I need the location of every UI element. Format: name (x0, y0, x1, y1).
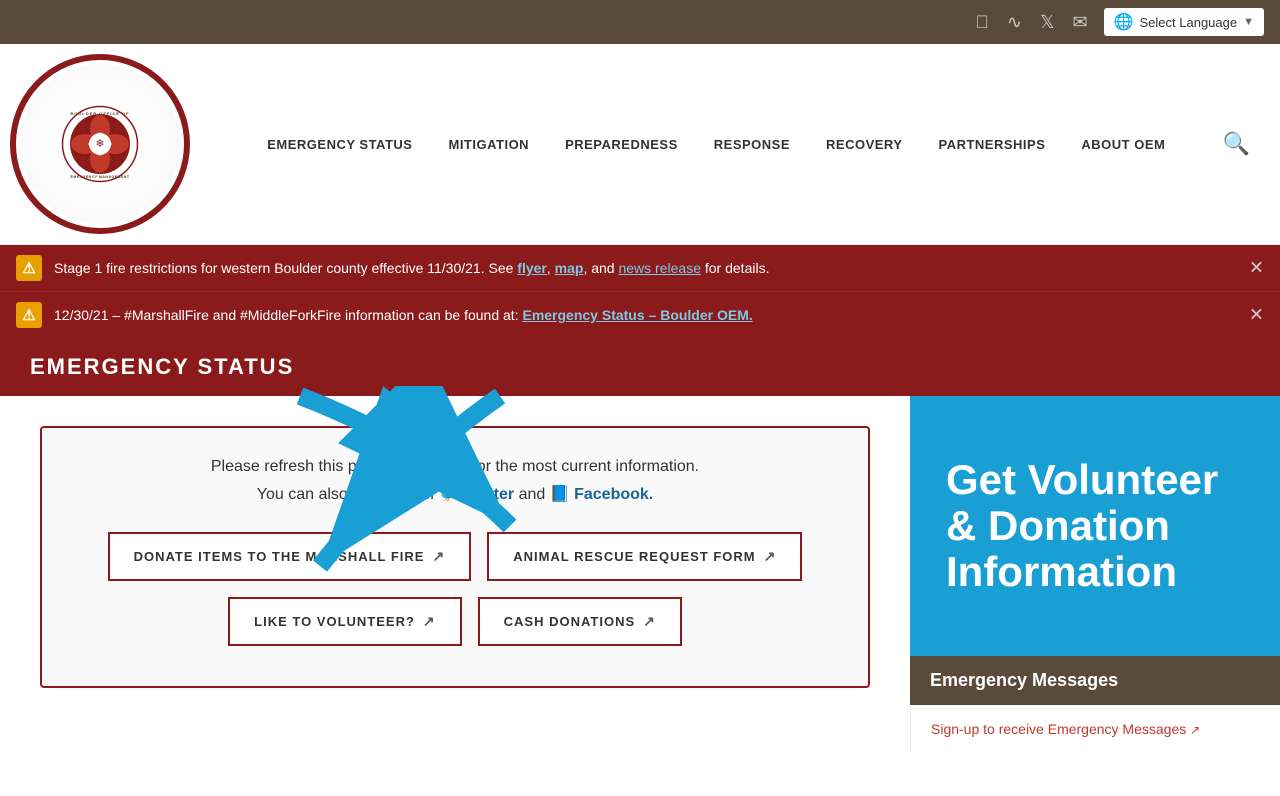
volunteer-line2: & Donation (946, 503, 1244, 549)
donate-items-button[interactable]: DONATE ITEMS TO THE MARSHALL FIRE ↗ (108, 532, 472, 581)
facebook-icon[interactable]:  (975, 12, 989, 33)
logo-wrap[interactable]: ❄ BOULDER OFFICE OF EMERGENCY MANAGEMENT (10, 54, 220, 234)
alert-bar-1: ⚠ Stage 1 fire restrictions for western … (0, 245, 1280, 291)
globe-icon: 🌐 (1114, 12, 1134, 32)
facebook-link[interactable]: Facebook. (574, 486, 653, 503)
alert-text-2: 12/30/21 – #MarshallFire and #MiddleFork… (54, 307, 1230, 323)
twitter-link[interactable]: Twitter (463, 486, 514, 503)
email-icon[interactable]: ✉ (1073, 12, 1088, 33)
left-panel: Please refresh this page periodically fo… (0, 396, 910, 796)
alert-link-map[interactable]: map (555, 260, 584, 276)
logo-emblem: ❄ BOULDER OFFICE OF EMERGENCY MANAGEMENT (60, 104, 140, 184)
twitter-icon[interactable]: 𝕏 (1040, 12, 1055, 33)
rss-icon[interactable]: ∿ (1007, 12, 1022, 33)
external-link-icon-1: ↗ (432, 548, 445, 565)
alert-bar-2: ⚠ 12/30/21 – #MarshallFire and #MiddleFo… (0, 291, 1280, 338)
volunteer-line1: Get Volunteer (946, 457, 1244, 503)
main-content: Please refresh this page periodically fo… (0, 396, 1280, 796)
nav-partnerships[interactable]: PARTNERSHIPS (921, 127, 1064, 162)
animal-rescue-button[interactable]: ANIMAL RESCUE REQUEST FORM ↗ (487, 532, 802, 581)
refresh-text: Please refresh this page periodically fo… (82, 458, 828, 476)
buttons-row-2: LIKE TO VOLUNTEER? ↗ CASH DONATIONS ↗ (82, 597, 828, 646)
nav-about-oem[interactable]: ABOUT OEM (1063, 127, 1183, 162)
alert-text-1: Stage 1 fire restrictions for western Bo… (54, 260, 1230, 276)
main-nav: EMERGENCY STATUS MITIGATION PREPAREDNESS… (220, 127, 1213, 162)
sign-up-anchor[interactable]: Sign-up to receive Emergency Messages ↗ (931, 721, 1200, 737)
logo-circle: ❄ BOULDER OFFICE OF EMERGENCY MANAGEMENT (10, 54, 190, 234)
dropdown-arrow-icon: ▼ (1243, 16, 1254, 28)
header: ❄ BOULDER OFFICE OF EMERGENCY MANAGEMENT… (0, 44, 1280, 245)
buttons-row-1: DONATE ITEMS TO THE MARSHALL FIRE ↗ ANIM… (82, 532, 828, 581)
signup-external-icon: ↗ (1190, 723, 1200, 737)
emergency-messages-box: Emergency Messages (910, 656, 1280, 705)
info-box: Please refresh this page periodically fo… (40, 426, 870, 688)
emergency-status-banner: EMERGENCY STATUS (0, 338, 1280, 396)
external-link-icon-2: ↗ (764, 548, 777, 565)
warning-icon-1: ⚠ (16, 255, 42, 281)
cash-donations-button[interactable]: CASH DONATIONS ↗ (478, 597, 682, 646)
volunteer-button[interactable]: LIKE TO VOLUNTEER? ↗ (228, 597, 462, 646)
facebook-f-icon: 📘 (550, 486, 570, 503)
select-language-button[interactable]: 🌐 Select Language ▼ (1104, 8, 1264, 36)
emergency-status-title: EMERGENCY STATUS (30, 354, 294, 379)
nav-recovery[interactable]: RECOVERY (808, 127, 920, 162)
nav-emergency-status[interactable]: EMERGENCY STATUS (249, 127, 430, 162)
nav-response[interactable]: RESPONSE (696, 127, 808, 162)
twitter-bird-icon: 🐦 (438, 486, 458, 503)
volunteer-info-box[interactable]: Get Volunteer & Donation Information (910, 396, 1280, 656)
alert-link-flyer[interactable]: flyer (517, 260, 547, 276)
nav-preparedness[interactable]: PREPAREDNESS (547, 127, 696, 162)
logo-inner: ❄ BOULDER OFFICE OF EMERGENCY MANAGEMENT (20, 64, 180, 224)
svg-text:BOULDER OFFICE OF: BOULDER OFFICE OF (70, 111, 129, 116)
external-link-icon-4: ↗ (643, 613, 656, 630)
social-icons:  ∿ 𝕏 ✉ (975, 12, 1087, 33)
top-bar:  ∿ 𝕏 ✉ 🌐 Select Language ▼ (0, 0, 1280, 44)
external-link-icon-3: ↗ (423, 613, 436, 630)
alert-link-news-release[interactable]: news release (618, 260, 701, 276)
sign-up-link[interactable]: Sign-up to receive Emergency Messages ↗ (910, 705, 1280, 753)
svg-text:❄: ❄ (95, 138, 104, 150)
search-icon[interactable]: 🔍 (1223, 131, 1250, 157)
alert-close-1[interactable]: ✕ (1249, 258, 1264, 279)
nav-mitigation[interactable]: MITIGATION (430, 127, 547, 162)
right-panel: Map Get Volunteer & Donation Information… (910, 396, 1280, 796)
emergency-messages-title: Emergency Messages (930, 670, 1118, 690)
volunteer-line3: Information (946, 549, 1244, 595)
select-language-label: Select Language (1140, 15, 1238, 30)
alert-link-emergency-status[interactable]: Emergency Status – Boulder OEM. (522, 307, 752, 323)
svg-text:EMERGENCY MANAGEMENT: EMERGENCY MANAGEMENT (71, 175, 130, 179)
warning-icon-2: ⚠ (16, 302, 42, 328)
alert-close-2[interactable]: ✕ (1249, 305, 1264, 326)
follow-text: You can also follow OEM 🐦 Twitter and 📘 … (82, 484, 828, 504)
